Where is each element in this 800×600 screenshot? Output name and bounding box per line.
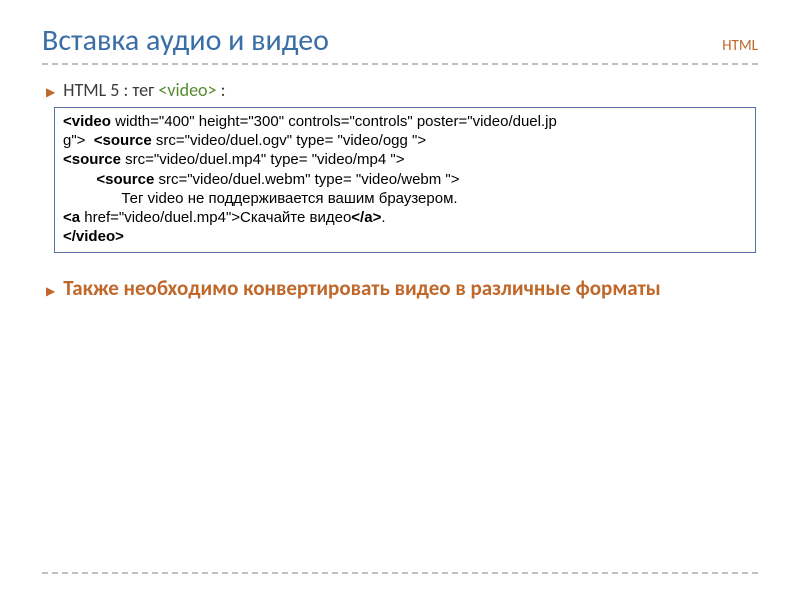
code-token: <video xyxy=(63,113,111,130)
code-token: href="video/duel.mp4">Скачайте видео xyxy=(80,209,351,226)
slide: Вставка аудио и видео HTML ▶ HTML 5 : те… xyxy=(0,0,800,600)
bullet1-suffix: : xyxy=(217,79,226,101)
bullet-text-2: Также необходимо конвертировать видео в … xyxy=(63,275,661,301)
code-token: width="400" height="300" controls="contr… xyxy=(111,113,557,130)
code-token: . xyxy=(381,209,385,226)
code-token: src="video/duel.webm" type= "video/webm … xyxy=(154,171,459,188)
code-token: </a> xyxy=(351,209,381,226)
bullet-text-1: HTML 5 : тег <video> : xyxy=(63,79,225,101)
code-box: <video width="400" height="300" controls… xyxy=(54,107,756,253)
code-token: src="video/duel.mp4" type= "video/mp4 "> xyxy=(121,151,405,168)
category-badge: HTML xyxy=(722,37,758,55)
title-row: Вставка аудио и видео HTML xyxy=(42,22,758,65)
bullet-marker-icon: ▶ xyxy=(46,283,55,300)
bottom-divider xyxy=(42,572,758,574)
slide-title: Вставка аудио и видео xyxy=(42,22,329,59)
code-token: Тег video не поддерживается вашим браузе… xyxy=(63,190,458,207)
code-token: g"> xyxy=(63,132,85,149)
code-token: <source xyxy=(63,171,154,188)
bullet-item-2: ▶ Также необходимо конвертировать видео … xyxy=(46,275,758,301)
bullet-marker-icon: ▶ xyxy=(46,84,55,101)
code-token: <a xyxy=(63,209,80,226)
bullet1-tag: <video> xyxy=(158,79,216,101)
bullet-item-1: ▶ HTML 5 : тег <video> : xyxy=(46,79,758,101)
code-token: src="video/duel.ogv" type= "video/ogg "> xyxy=(152,132,426,149)
code-content: <video width="400" height="300" controls… xyxy=(63,112,747,246)
code-token: <source xyxy=(85,132,151,149)
bullet1-prefix: HTML 5 : тег xyxy=(63,79,158,101)
code-token: <source xyxy=(63,151,121,168)
code-token: </video> xyxy=(63,228,124,245)
